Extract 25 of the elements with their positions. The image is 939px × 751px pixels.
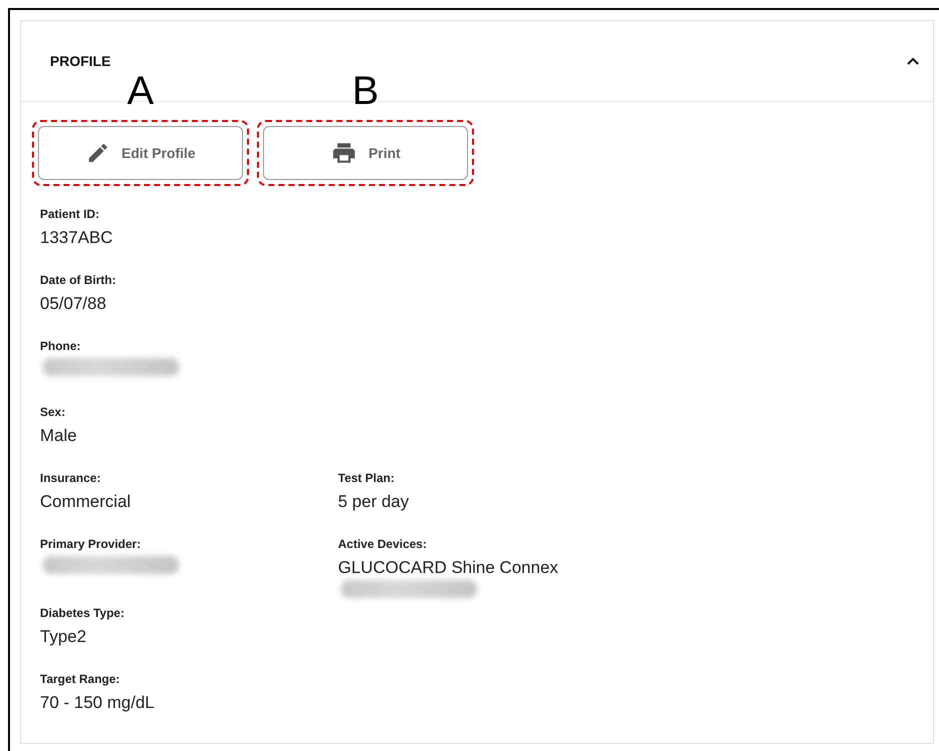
field-label: Primary Provider:: [40, 536, 141, 551]
annotation-letter: B: [352, 68, 379, 114]
field-label: Date of Birth:: [40, 272, 116, 287]
field-value: Male: [40, 426, 77, 446]
field-value: Type2: [40, 627, 86, 647]
collapse-chevron-icon[interactable]: [907, 57, 919, 65]
field-label: Patient ID:: [40, 206, 100, 221]
field-value: Commercial: [40, 492, 131, 512]
field-label: Active Devices:: [338, 536, 427, 551]
action-button[interactable]: Edit Profile: [38, 126, 243, 180]
field-label: Sex:: [40, 404, 66, 419]
printer-icon: [330, 141, 357, 165]
section-title: PROFILE: [50, 53, 111, 69]
action-button[interactable]: Print: [263, 126, 468, 180]
field-label: Phone:: [40, 338, 81, 353]
field-label: Insurance:: [40, 470, 101, 485]
field-value: 70 - 150 mg/dL: [40, 693, 154, 713]
field-label: Target Range:: [40, 671, 120, 686]
annotation-letter: A: [127, 68, 154, 114]
field-label: Test Plan:: [338, 470, 394, 485]
field-value: GLUCOCARD Shine Connex: [338, 558, 558, 578]
field-value: 05/07/88: [40, 294, 106, 314]
field-value: 1337ABC: [40, 228, 113, 248]
field-value: 5 per day: [338, 492, 409, 512]
field-label: Diabetes Type:: [40, 605, 124, 620]
